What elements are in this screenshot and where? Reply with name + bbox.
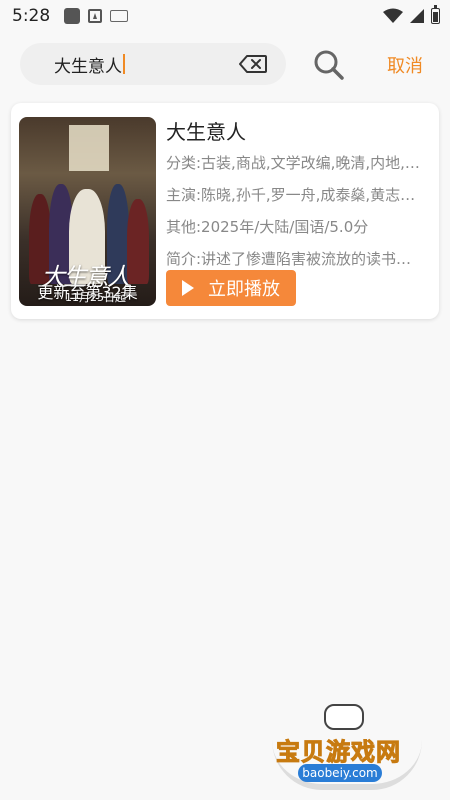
search-input[interactable]: 大生意人 [20, 43, 286, 85]
battery-icon [431, 5, 440, 24]
clear-input-icon[interactable] [238, 54, 268, 74]
gamepad-icon [324, 704, 364, 730]
keyboard-icon [110, 10, 129, 22]
poster-plaque [69, 125, 109, 171]
cancel-button[interactable]: 取消 [387, 52, 423, 78]
search-query: 大生意人 [54, 56, 122, 77]
play-icon [182, 280, 194, 296]
notification-icon [64, 8, 81, 24]
status-time: 5:28 [12, 6, 51, 26]
watermark-logo: 宝贝游戏网 baobeiy.com [272, 700, 422, 792]
wifi-icon [383, 8, 403, 23]
play-button-label: 立即播放 [208, 279, 280, 300]
status-bar: 5:28 [0, 0, 450, 32]
watermark-url: baobeiy.com [298, 764, 382, 782]
category-text: 分类:古装,商战,文学改编,晚清,内地,… [166, 154, 420, 172]
show-title[interactable]: 大生意人 [166, 117, 432, 147]
text-caret [123, 54, 125, 74]
result-info: 大生意人 分类:古装,商战,文学改编,晚清,内地,… 主演:陈晓,孙千,罗一舟,… [166, 117, 432, 275]
app-notification-icon [88, 9, 103, 23]
play-button[interactable]: 立即播放 [166, 270, 296, 306]
search-icon[interactable] [312, 48, 346, 82]
poster-date: 11月25日起 [65, 291, 126, 304]
result-card[interactable]: 大生意人 更新至第32集 11月25日起 大生意人 分类:古装,商战,文学改编,… [11, 103, 439, 319]
signal-icon [410, 9, 424, 23]
cast-text: 主演:陈晓,孙千,罗一舟,成泰燊,黄志… [166, 186, 416, 204]
watermark-name: 宝贝游戏网 [276, 738, 401, 767]
poster-figure [127, 199, 149, 284]
other-info-text: 其他:2025年/大陆/国语/5.0分 [166, 218, 369, 236]
search-bar: 大生意人 取消 [0, 32, 450, 94]
poster-image[interactable]: 大生意人 更新至第32集 11月25日起 [19, 117, 156, 306]
